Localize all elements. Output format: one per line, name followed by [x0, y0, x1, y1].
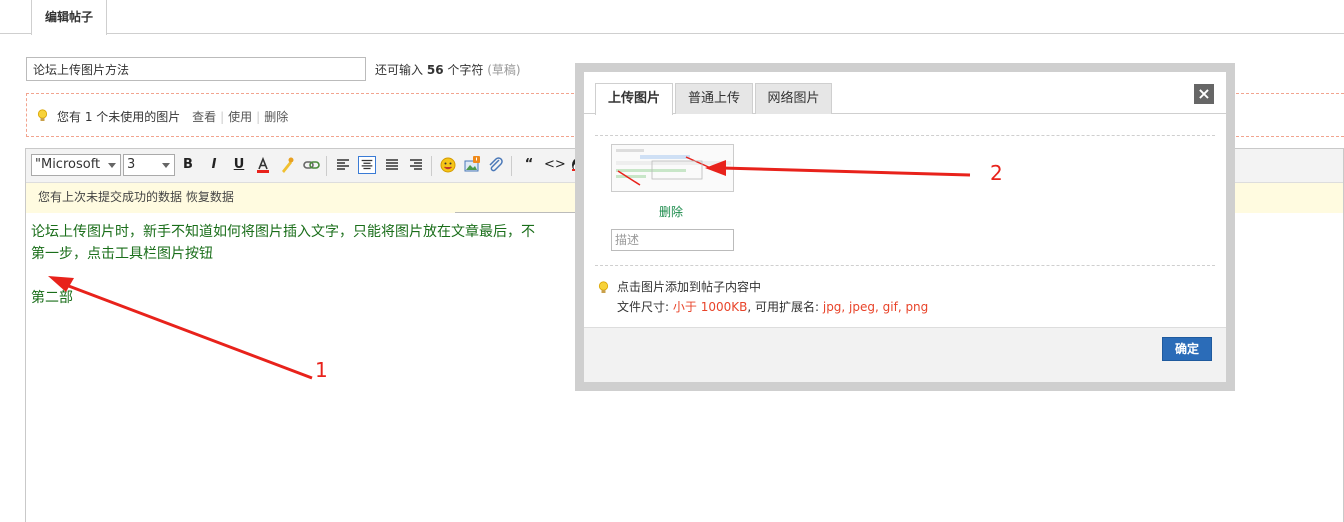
- attachment-icon[interactable]: [487, 156, 505, 174]
- content-blank-line: [31, 265, 535, 287]
- char-count-prefix: 还可输入: [375, 63, 424, 77]
- tip-click-to-insert: 点击图片添加到帖子内容中: [617, 280, 762, 294]
- lightbulb-icon: [598, 281, 609, 293]
- align-justify-icon[interactable]: [383, 156, 401, 174]
- content-line: 第一步，点击工具栏图片按钮: [31, 246, 213, 262]
- separator: |: [220, 110, 225, 124]
- toolbar-separator: [326, 156, 327, 176]
- delete-image-link[interactable]: 删除: [659, 203, 683, 220]
- separator: |: [256, 110, 261, 124]
- tip-ext-value: jpg, jpeg, gif, png: [822, 300, 929, 314]
- font-family-value: "Microsoft: [35, 157, 101, 172]
- tip-size-value: 小于 1000KB: [672, 300, 748, 314]
- lightbulb-icon: [37, 109, 48, 121]
- editor-content[interactable]: 论坛上传图片时，新手不知道如何将图片插入文字，只能将图片放在文章最后，不 第一步…: [31, 221, 535, 309]
- page-tabbar: 编辑帖子: [0, 0, 1344, 35]
- quote-button[interactable]: “: [520, 156, 538, 174]
- use-link[interactable]: 使用: [228, 110, 252, 124]
- dialog-body: 上传图片 普通上传 网络图片 × 删除 描述 点击图片添加到帖子内容中 文件尺寸…: [584, 72, 1226, 382]
- align-right-icon[interactable]: [407, 156, 425, 174]
- draft-label: (草稿): [487, 63, 521, 77]
- code-button[interactable]: <>: [544, 156, 566, 174]
- align-center-icon[interactable]: [358, 156, 376, 174]
- image-thumbnail-icon: [612, 145, 733, 191]
- background-color-icon[interactable]: [278, 156, 296, 174]
- italic-button[interactable]: I: [205, 156, 223, 174]
- notice-text: 您有 1 个未使用的图片 查看 | 使用 | 删除: [57, 108, 288, 125]
- image-upload-icon[interactable]: [463, 156, 481, 174]
- image-description-input[interactable]: [611, 229, 734, 251]
- tab-upload-image[interactable]: 上传图片: [595, 83, 673, 115]
- chevron-down-icon: [108, 163, 116, 168]
- font-size-value: 3: [127, 157, 136, 172]
- divider: [595, 265, 1215, 266]
- bold-button[interactable]: B: [179, 156, 197, 174]
- toolbar-separator: [511, 156, 512, 176]
- unused-count-text: 您有 1 个未使用的图片: [57, 110, 181, 124]
- toolbar-separator: [431, 156, 432, 176]
- uploaded-image-thumbnail[interactable]: [611, 144, 734, 192]
- font-color-icon[interactable]: [254, 156, 272, 174]
- close-icon[interactable]: ×: [1194, 84, 1214, 104]
- link-icon[interactable]: [302, 156, 320, 174]
- char-count-number: 56: [426, 63, 444, 77]
- tab-edit-post[interactable]: 编辑帖子: [31, 0, 107, 35]
- tip-ext-label: , 可用扩展名:: [747, 300, 820, 314]
- upload-tips: 点击图片添加到帖子内容中 文件尺寸: 小于 1000KB, 可用扩展名: jpg…: [597, 277, 928, 317]
- annotation-label-2: 2: [990, 161, 1003, 185]
- divider: [455, 212, 575, 213]
- char-count-suffix: 个字符: [447, 63, 484, 77]
- char-count: 还可输入 56 个字符 (草稿): [375, 61, 521, 78]
- tip-size-label: 文件尺寸:: [617, 300, 670, 314]
- delete-link[interactable]: 删除: [264, 110, 288, 124]
- divider: [595, 135, 1215, 136]
- content-line: 论坛上传图片时，新手不知道如何将图片插入文字，只能将图片放在文章最后，不: [31, 224, 535, 240]
- tab-normal-upload[interactable]: 普通上传: [675, 83, 753, 114]
- font-family-select[interactable]: "Microsoft: [31, 154, 121, 176]
- emoji-icon[interactable]: [439, 156, 457, 174]
- font-size-select[interactable]: 3: [123, 154, 175, 176]
- dialog-tabs: 上传图片 普通上传 网络图片: [584, 72, 1226, 115]
- chevron-down-icon: [162, 163, 170, 168]
- tab-network-image[interactable]: 网络图片: [755, 83, 832, 114]
- upload-image-dialog: 上传图片 普通上传 网络图片 × 删除 描述 点击图片添加到帖子内容中 文件尺寸…: [575, 63, 1235, 391]
- tip-file-limits: 文件尺寸: 小于 1000KB, 可用扩展名: jpg, jpeg, gif, …: [597, 297, 928, 317]
- align-left-icon[interactable]: [334, 156, 352, 174]
- annotation-label-1: 1: [315, 358, 328, 382]
- view-link[interactable]: 查看: [192, 110, 216, 124]
- restore-data-text[interactable]: 您有上次未提交成功的数据 恢复数据: [38, 190, 234, 204]
- underline-button[interactable]: U: [230, 156, 248, 174]
- post-title-input[interactable]: [26, 57, 366, 81]
- dialog-footer: 确定: [584, 327, 1226, 382]
- confirm-button[interactable]: 确定: [1162, 337, 1212, 361]
- content-line: 第二部: [31, 290, 73, 306]
